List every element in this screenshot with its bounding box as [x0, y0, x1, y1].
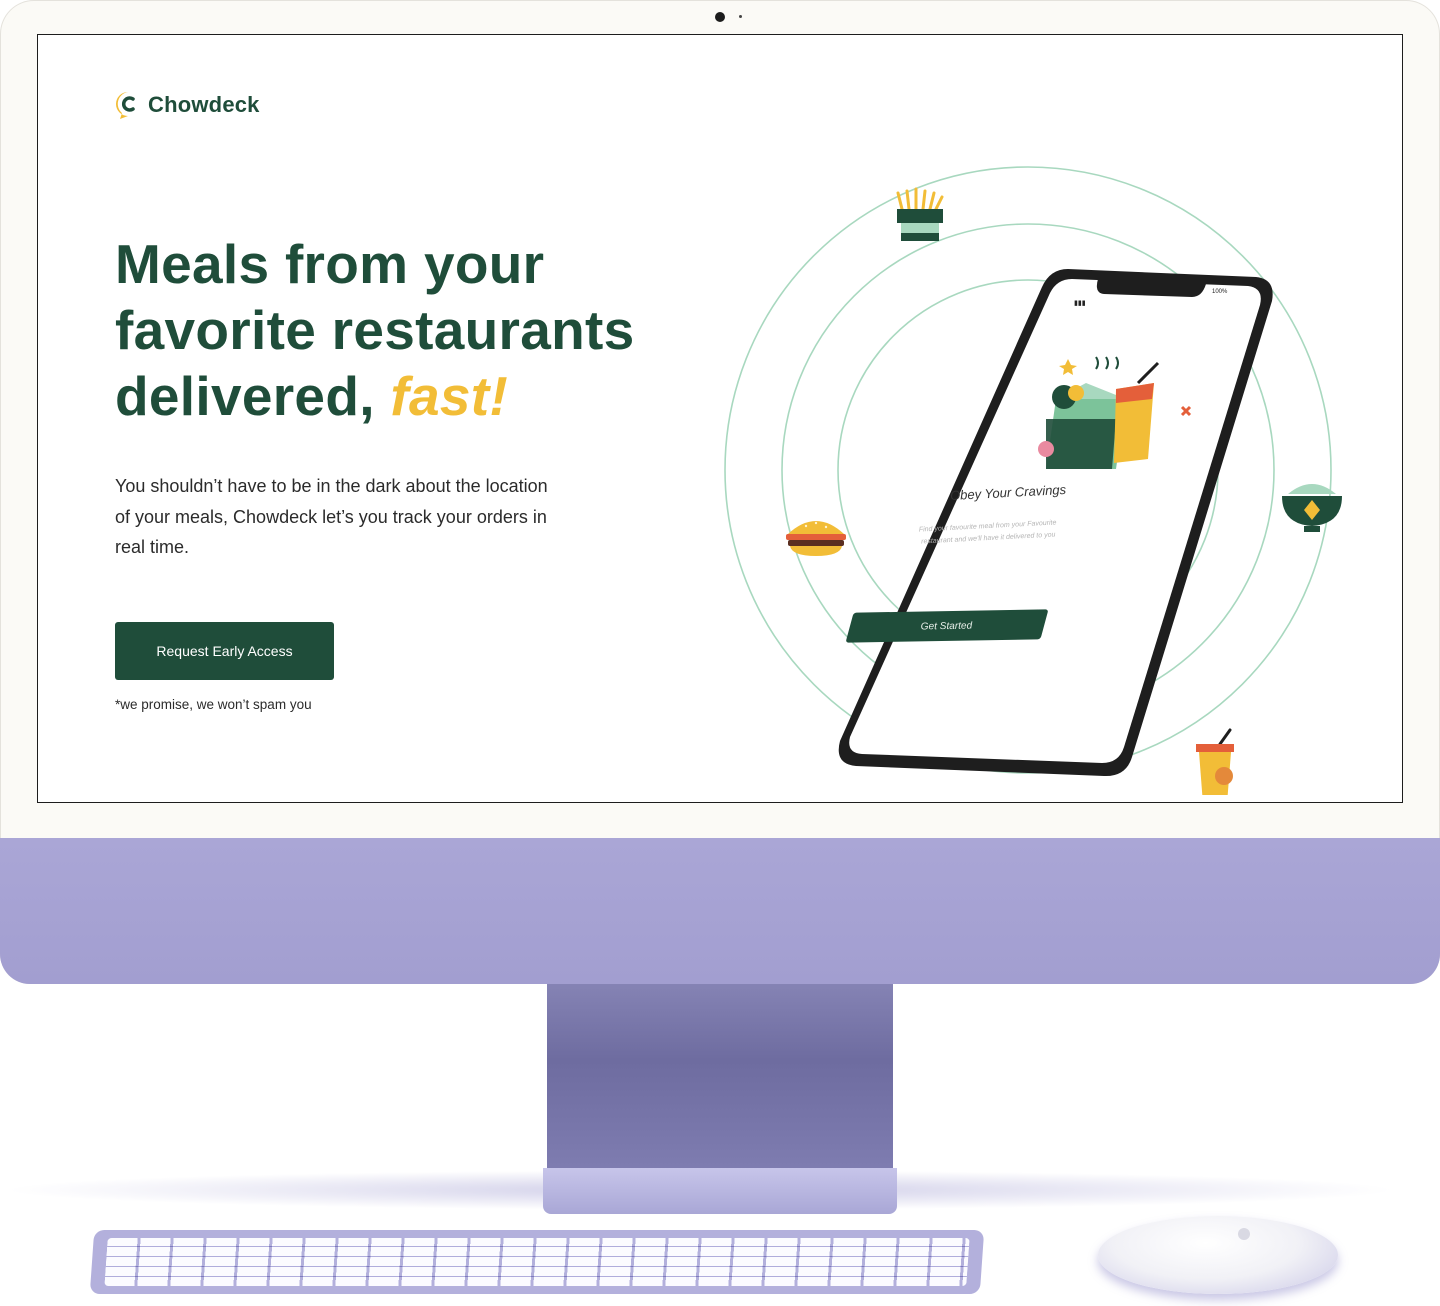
no-spam-note: *we promise, we won’t spam you	[115, 697, 312, 712]
imac-chin	[0, 838, 1440, 984]
brand-logo[interactable]: Chowdeck	[114, 90, 260, 120]
apple-logo-icon	[1238, 1228, 1250, 1240]
rice-bowl-icon	[1282, 484, 1342, 532]
phone-get-started-label: Get Started	[921, 620, 973, 632]
hero-headline: Meals from your favorite restaurants del…	[115, 231, 735, 429]
camera-icon	[715, 12, 725, 22]
phone-get-started-button[interactable]: Get Started	[845, 609, 1049, 643]
hero-subtext: You shouldn’t have to be in the dark abo…	[115, 476, 548, 557]
headline-accent: fast!	[390, 365, 509, 427]
burger-icon	[786, 521, 846, 556]
keyboard	[89, 1230, 985, 1294]
website-screen: Chowdeck Meals from your favorite restau…	[37, 34, 1403, 803]
svg-text:▮▮▮: ▮▮▮	[1074, 300, 1086, 307]
brand-name: Chowdeck	[148, 92, 260, 117]
fries-icon	[896, 187, 944, 241]
request-early-access-button[interactable]: Request Early Access	[115, 622, 334, 680]
headline-line-2: favorite restaurants	[115, 299, 635, 361]
drink-cup-icon	[1196, 728, 1234, 795]
headline-line-1: Meals from your	[115, 233, 545, 295]
imac-stand-foot	[543, 1168, 897, 1214]
chowdeck-logo-icon	[116, 92, 135, 119]
battery-level: 100%	[1212, 289, 1228, 295]
mouse	[1098, 1216, 1338, 1294]
hero-illustration: ▮▮▮ 100%	[724, 166, 1342, 795]
imac-frame: Chowdeck Meals from your favorite restau…	[0, 0, 1440, 984]
imac-stand	[547, 984, 893, 1174]
camera-sensor	[739, 15, 742, 18]
keyboard-keys	[104, 1238, 970, 1286]
headline-line-3: delivered,	[115, 365, 375, 427]
